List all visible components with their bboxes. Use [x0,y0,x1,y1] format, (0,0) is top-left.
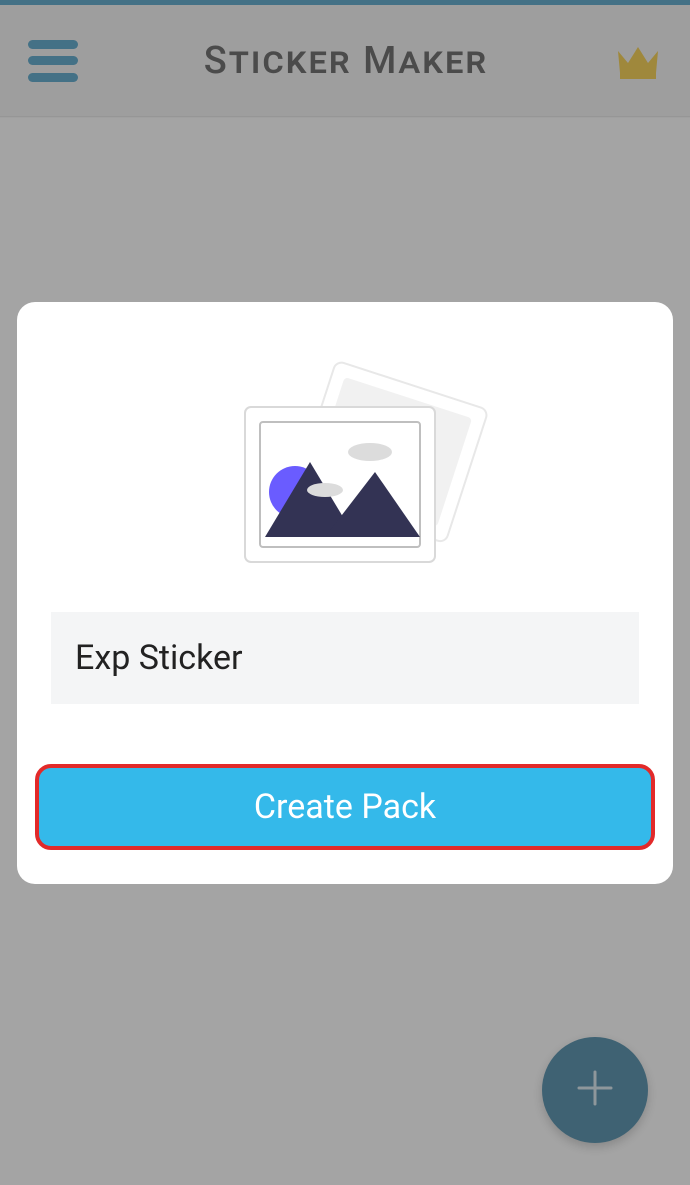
create-pack-modal: Create Pack [17,302,673,884]
create-pack-button[interactable]: Create Pack [35,764,655,850]
modal-overlay[interactable]: Create Pack [0,0,690,1185]
image-stack-icon [51,332,639,582]
pack-name-input[interactable] [51,612,639,704]
